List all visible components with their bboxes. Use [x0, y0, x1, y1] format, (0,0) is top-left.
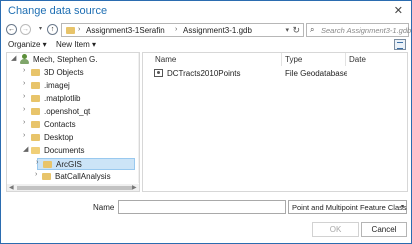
breadcrumb-item-gdb[interactable]: Assignment3-1.gdb	[183, 26, 252, 35]
column-divider[interactable]	[281, 53, 282, 66]
tree-item-label: .imagej	[44, 81, 70, 90]
expand-caret-icon[interactable]: ›	[23, 106, 25, 113]
tree-item-documents[interactable]: ◢ Documents	[7, 145, 135, 157]
tree-item-label: Documents	[44, 146, 85, 155]
up-folder-button[interactable]: ↑	[47, 24, 58, 35]
tree-item-3d-objects[interactable]: › 3D Objects	[7, 67, 135, 79]
feature-class-icon	[154, 69, 163, 77]
new-item-menu[interactable]: New Item ▾	[56, 40, 96, 49]
tree-vertical-scrollbar[interactable]	[138, 53, 139, 183]
user-icon	[20, 54, 29, 65]
feature-type-filter-select[interactable]: Point and Multipoint Feature Class ▾	[288, 200, 407, 214]
folder-icon	[31, 95, 40, 102]
tree-item-label: Desktop	[44, 133, 74, 142]
title-bar: Change data source ✕	[1, 1, 411, 21]
tree-item-label: Contacts	[44, 120, 76, 129]
column-header-name[interactable]: Name	[155, 55, 176, 64]
cancel-button[interactable]: Cancel	[361, 222, 407, 237]
tree-item-label: BatCallAnalysis	[55, 172, 111, 181]
breadcrumb-separator: ›	[78, 26, 81, 33]
folder-icon	[42, 173, 51, 180]
tree-item-label: Mech, Stephen G.	[33, 55, 98, 64]
organize-menu[interactable]: Organize ▾	[8, 40, 47, 49]
tree-item-label: 3D Objects	[44, 68, 84, 77]
expand-caret-icon[interactable]: ›	[36, 159, 38, 166]
breadcrumb-item-folder[interactable]: Assignment3-1Serafin	[86, 26, 165, 35]
view-options-icon[interactable]	[394, 39, 406, 50]
expand-caret-icon[interactable]: ›	[35, 171, 37, 178]
search-box[interactable]: ⌕ Search Assignment3-1.gdb	[306, 23, 411, 37]
list-item-type: File Geodatabase F	[285, 69, 347, 78]
name-field[interactable]	[118, 200, 286, 214]
file-list[interactable]: Name Type Date DCTracts2010Points File G…	[142, 52, 408, 192]
feature-type-filter-value: Point and Multipoint Feature Class	[292, 203, 407, 212]
tree-item-user[interactable]: ◢ Mech, Stephen G.	[7, 54, 135, 66]
expand-caret-icon[interactable]: ›	[23, 67, 25, 74]
toolbar: Organize ▾ New Item ▾	[6, 39, 408, 51]
search-input[interactable]: Search Assignment3-1.gdb	[321, 26, 411, 35]
tree-item-matplotlib[interactable]: › .matplotlib	[7, 93, 135, 105]
column-divider[interactable]	[345, 53, 346, 66]
expand-caret-icon[interactable]: ◢	[23, 145, 28, 153]
breadcrumb-separator: ›	[175, 26, 178, 33]
change-data-source-dialog: Change data source ✕ ← → ▾ ↑ › Assignmen…	[0, 0, 412, 244]
folder-icon	[31, 69, 40, 76]
history-dropdown-icon[interactable]: ▾	[39, 25, 42, 32]
expand-caret-icon[interactable]: ›	[23, 80, 25, 87]
scroll-right-icon[interactable]: ▶	[132, 184, 137, 191]
list-item-name: DCTracts2010Points	[167, 69, 241, 78]
forward-button[interactable]: →	[20, 24, 31, 35]
folder-open-icon	[31, 147, 40, 154]
name-label: Name	[93, 203, 115, 212]
tree-item-label: ArcGIS	[56, 160, 82, 169]
tree-item-batcallanalysis[interactable]: › BatCallAnalysis	[7, 171, 135, 183]
dialog-title: Change data source	[8, 5, 108, 17]
tree-item-desktop[interactable]: › Desktop	[7, 132, 135, 144]
ok-button[interactable]: OK	[312, 222, 359, 237]
folder-icon	[43, 161, 52, 168]
close-icon[interactable]: ✕	[394, 4, 403, 17]
tree-item-arcgis[interactable]: › ArcGIS	[36, 158, 135, 170]
tree-item-label: .openshot_qt	[44, 107, 91, 116]
expand-caret-icon[interactable]: ›	[23, 132, 25, 139]
folder-icon	[66, 27, 75, 34]
tree-item-openshot-qt[interactable]: › .openshot_qt	[7, 106, 135, 118]
breadcrumb[interactable]: › Assignment3-1Serafin › Assignment3-1.g…	[61, 23, 304, 37]
column-header-type[interactable]: Type	[285, 55, 302, 64]
search-icon: ⌕	[310, 25, 315, 34]
tree-item-contacts[interactable]: › Contacts	[7, 119, 135, 131]
expand-caret-icon[interactable]: ›	[23, 119, 25, 126]
column-header-date[interactable]: Date	[349, 55, 366, 64]
folder-icon	[31, 121, 40, 128]
list-item[interactable]: DCTracts2010Points File Geodatabase F	[151, 68, 406, 79]
chevron-down-icon[interactable]: ▾	[285, 26, 289, 34]
chevron-down-icon[interactable]: ▾	[401, 203, 404, 210]
back-button[interactable]: ←	[6, 24, 17, 35]
address-row: ← → ▾ ↑ › Assignment3-1Serafin › Assignm…	[6, 23, 411, 38]
refresh-icon[interactable]: ↻	[292, 25, 300, 36]
folder-tree[interactable]: ◢ Mech, Stephen G. › 3D Objects › .image…	[6, 52, 140, 192]
folder-icon	[31, 108, 40, 115]
folder-icon	[31, 134, 40, 141]
tree-item-imagej[interactable]: › .imagej	[7, 80, 135, 92]
tree-horizontal-scroll-thumb[interactable]	[17, 186, 132, 190]
expand-caret-icon[interactable]: ◢	[11, 54, 16, 62]
scroll-left-icon[interactable]: ◀	[9, 184, 14, 191]
tree-item-label: .matplotlib	[44, 94, 81, 103]
expand-caret-icon[interactable]: ›	[23, 93, 25, 100]
folder-icon	[31, 82, 40, 89]
